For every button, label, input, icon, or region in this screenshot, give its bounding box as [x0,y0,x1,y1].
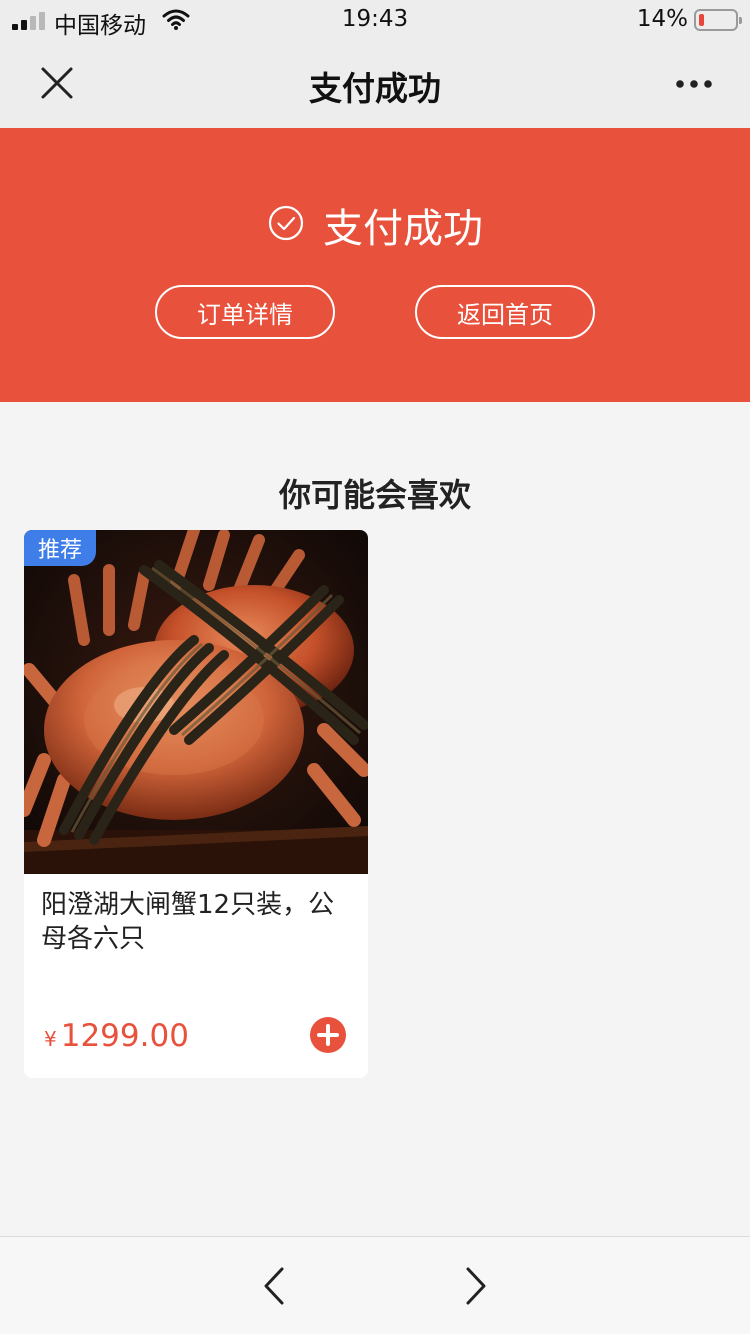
status-bar: 中国移动 19:43 14% [0,0,750,40]
recommendations-title: 你可能会喜欢 [278,476,471,514]
price-value: 1299.00 [60,1018,189,1054]
product-image [24,530,368,874]
browser-toolbar [0,1236,750,1334]
product-title: 阳澄湖大闸蟹12只装，公母各六只 [41,890,335,954]
check-circle-icon [267,204,305,246]
order-details-button[interactable]: 订单详情 [155,285,335,339]
success-message: 支付成功 [0,196,750,254]
nav-bar: 支付成功 [0,40,750,128]
battery-icon [694,9,742,31]
battery-level-fill [699,14,704,26]
back-home-button[interactable]: 返回首页 [415,285,595,339]
payment-success-screen: 中国移动 19:43 14% 支付成功 支付成功 订单详情 返回首页 你可能会喜… [0,0,750,1334]
battery-percent: 14% [636,6,688,32]
price-currency: ¥ [44,1027,57,1051]
product-price: ¥ 1299.00 [44,1018,189,1054]
product-card[interactable]: 推荐 阳澄湖大闸蟹12只装，公母各六只 ¥ 1299.00 [24,530,368,1078]
page-title: 支付成功 [309,69,441,108]
success-text: 支付成功 [323,206,483,252]
add-circle-icon[interactable] [310,1017,346,1053]
chevron-right-icon[interactable] [460,1265,492,1307]
chevron-left-icon[interactable] [258,1265,290,1307]
payment-success-banner: 支付成功 订单详情 返回首页 [0,128,750,402]
recommend-badge: 推荐 [24,530,96,566]
more-dots-icon[interactable] [674,76,714,92]
